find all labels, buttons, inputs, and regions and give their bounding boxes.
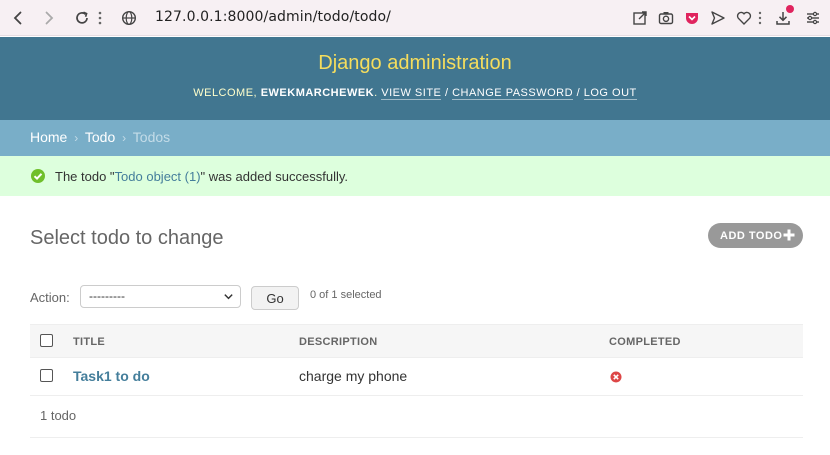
- browser-toolbar: 127.0.0.1:8000/admin/todo/todo/: [0, 0, 830, 36]
- chevron-down-icon: [224, 294, 233, 300]
- menu-icon[interactable]: [804, 9, 822, 27]
- admin-header: Django administration Welcome, ewekmarch…: [0, 37, 830, 120]
- table-row: Task1 to do charge my phone: [30, 358, 803, 396]
- change-password-link[interactable]: Change password: [452, 87, 574, 100]
- breadcrumb-home[interactable]: Home: [30, 129, 67, 145]
- message-suffix: " was added successfully.: [200, 168, 348, 184]
- forward-icon[interactable]: [39, 8, 59, 28]
- action-select[interactable]: ---------: [80, 285, 241, 308]
- column-header-description[interactable]: Description: [299, 336, 377, 348]
- message-object-link[interactable]: Todo object (1): [115, 169, 201, 184]
- site-branding[interactable]: Django administration: [0, 52, 830, 75]
- share-icon[interactable]: [631, 9, 649, 27]
- breadcrumb-separator: ›: [74, 131, 79, 145]
- breadcrumb: Home › Todo › Todos: [0, 120, 830, 156]
- column-header-completed[interactable]: Completed: [609, 336, 681, 348]
- add-todo-label: Add todo: [720, 229, 783, 242]
- row-description: charge my phone: [299, 368, 408, 384]
- camera-icon[interactable]: [657, 9, 675, 27]
- action-selected-value: ---------: [89, 289, 125, 303]
- more-vertical-icon[interactable]: [95, 8, 105, 28]
- more-vertical-icon-2[interactable]: [756, 9, 764, 27]
- add-todo-button[interactable]: Add todo: [708, 223, 803, 248]
- view-site-link[interactable]: View site: [381, 87, 442, 100]
- table-header: Title Description Completed: [30, 324, 803, 358]
- column-header-title[interactable]: Title: [73, 336, 105, 348]
- page-title: Select todo to change: [30, 227, 224, 249]
- username: ewekmarchewek: [260, 87, 375, 99]
- success-message: The todo " Todo object (1) " was added suc…: [0, 156, 830, 196]
- false-icon: [610, 371, 622, 383]
- address-bar[interactable]: 127.0.0.1:8000/admin/todo/todo/: [155, 9, 391, 25]
- globe-icon[interactable]: [119, 8, 139, 28]
- actions-bar: Action: --------- Go 0 of 1 selected: [30, 285, 382, 310]
- success-check-icon: [31, 169, 45, 183]
- breadcrumb-separator: ›: [122, 131, 127, 145]
- select-all-checkbox[interactable]: [40, 334, 53, 347]
- log-out-link[interactable]: Log out: [583, 87, 637, 100]
- welcome-text: Welcome,: [193, 87, 258, 99]
- go-button[interactable]: Go: [251, 286, 299, 310]
- back-icon[interactable]: [8, 8, 28, 28]
- message-prefix: The todo ": [55, 168, 115, 184]
- user-tools: Welcome, ewekmarchewek. View site / Chan…: [193, 87, 637, 100]
- plus-icon: [783, 229, 795, 241]
- separator: /: [444, 87, 449, 99]
- notification-dot: [786, 5, 794, 13]
- pocket-icon[interactable]: [683, 9, 701, 27]
- row-checkbox[interactable]: [40, 369, 53, 382]
- send-icon[interactable]: [709, 9, 727, 27]
- reload-icon[interactable]: [72, 8, 92, 28]
- selected-count: 0 of 1 selected: [310, 289, 382, 301]
- separator: /: [576, 87, 581, 99]
- row-title-link[interactable]: Task1 to do: [73, 368, 150, 384]
- breadcrumb-current: Todos: [132, 129, 171, 145]
- heart-icon[interactable]: [735, 9, 753, 27]
- breadcrumb-app[interactable]: Todo: [85, 129, 115, 145]
- action-label: Action:: [30, 289, 70, 305]
- paginator: 1 todo: [30, 396, 803, 438]
